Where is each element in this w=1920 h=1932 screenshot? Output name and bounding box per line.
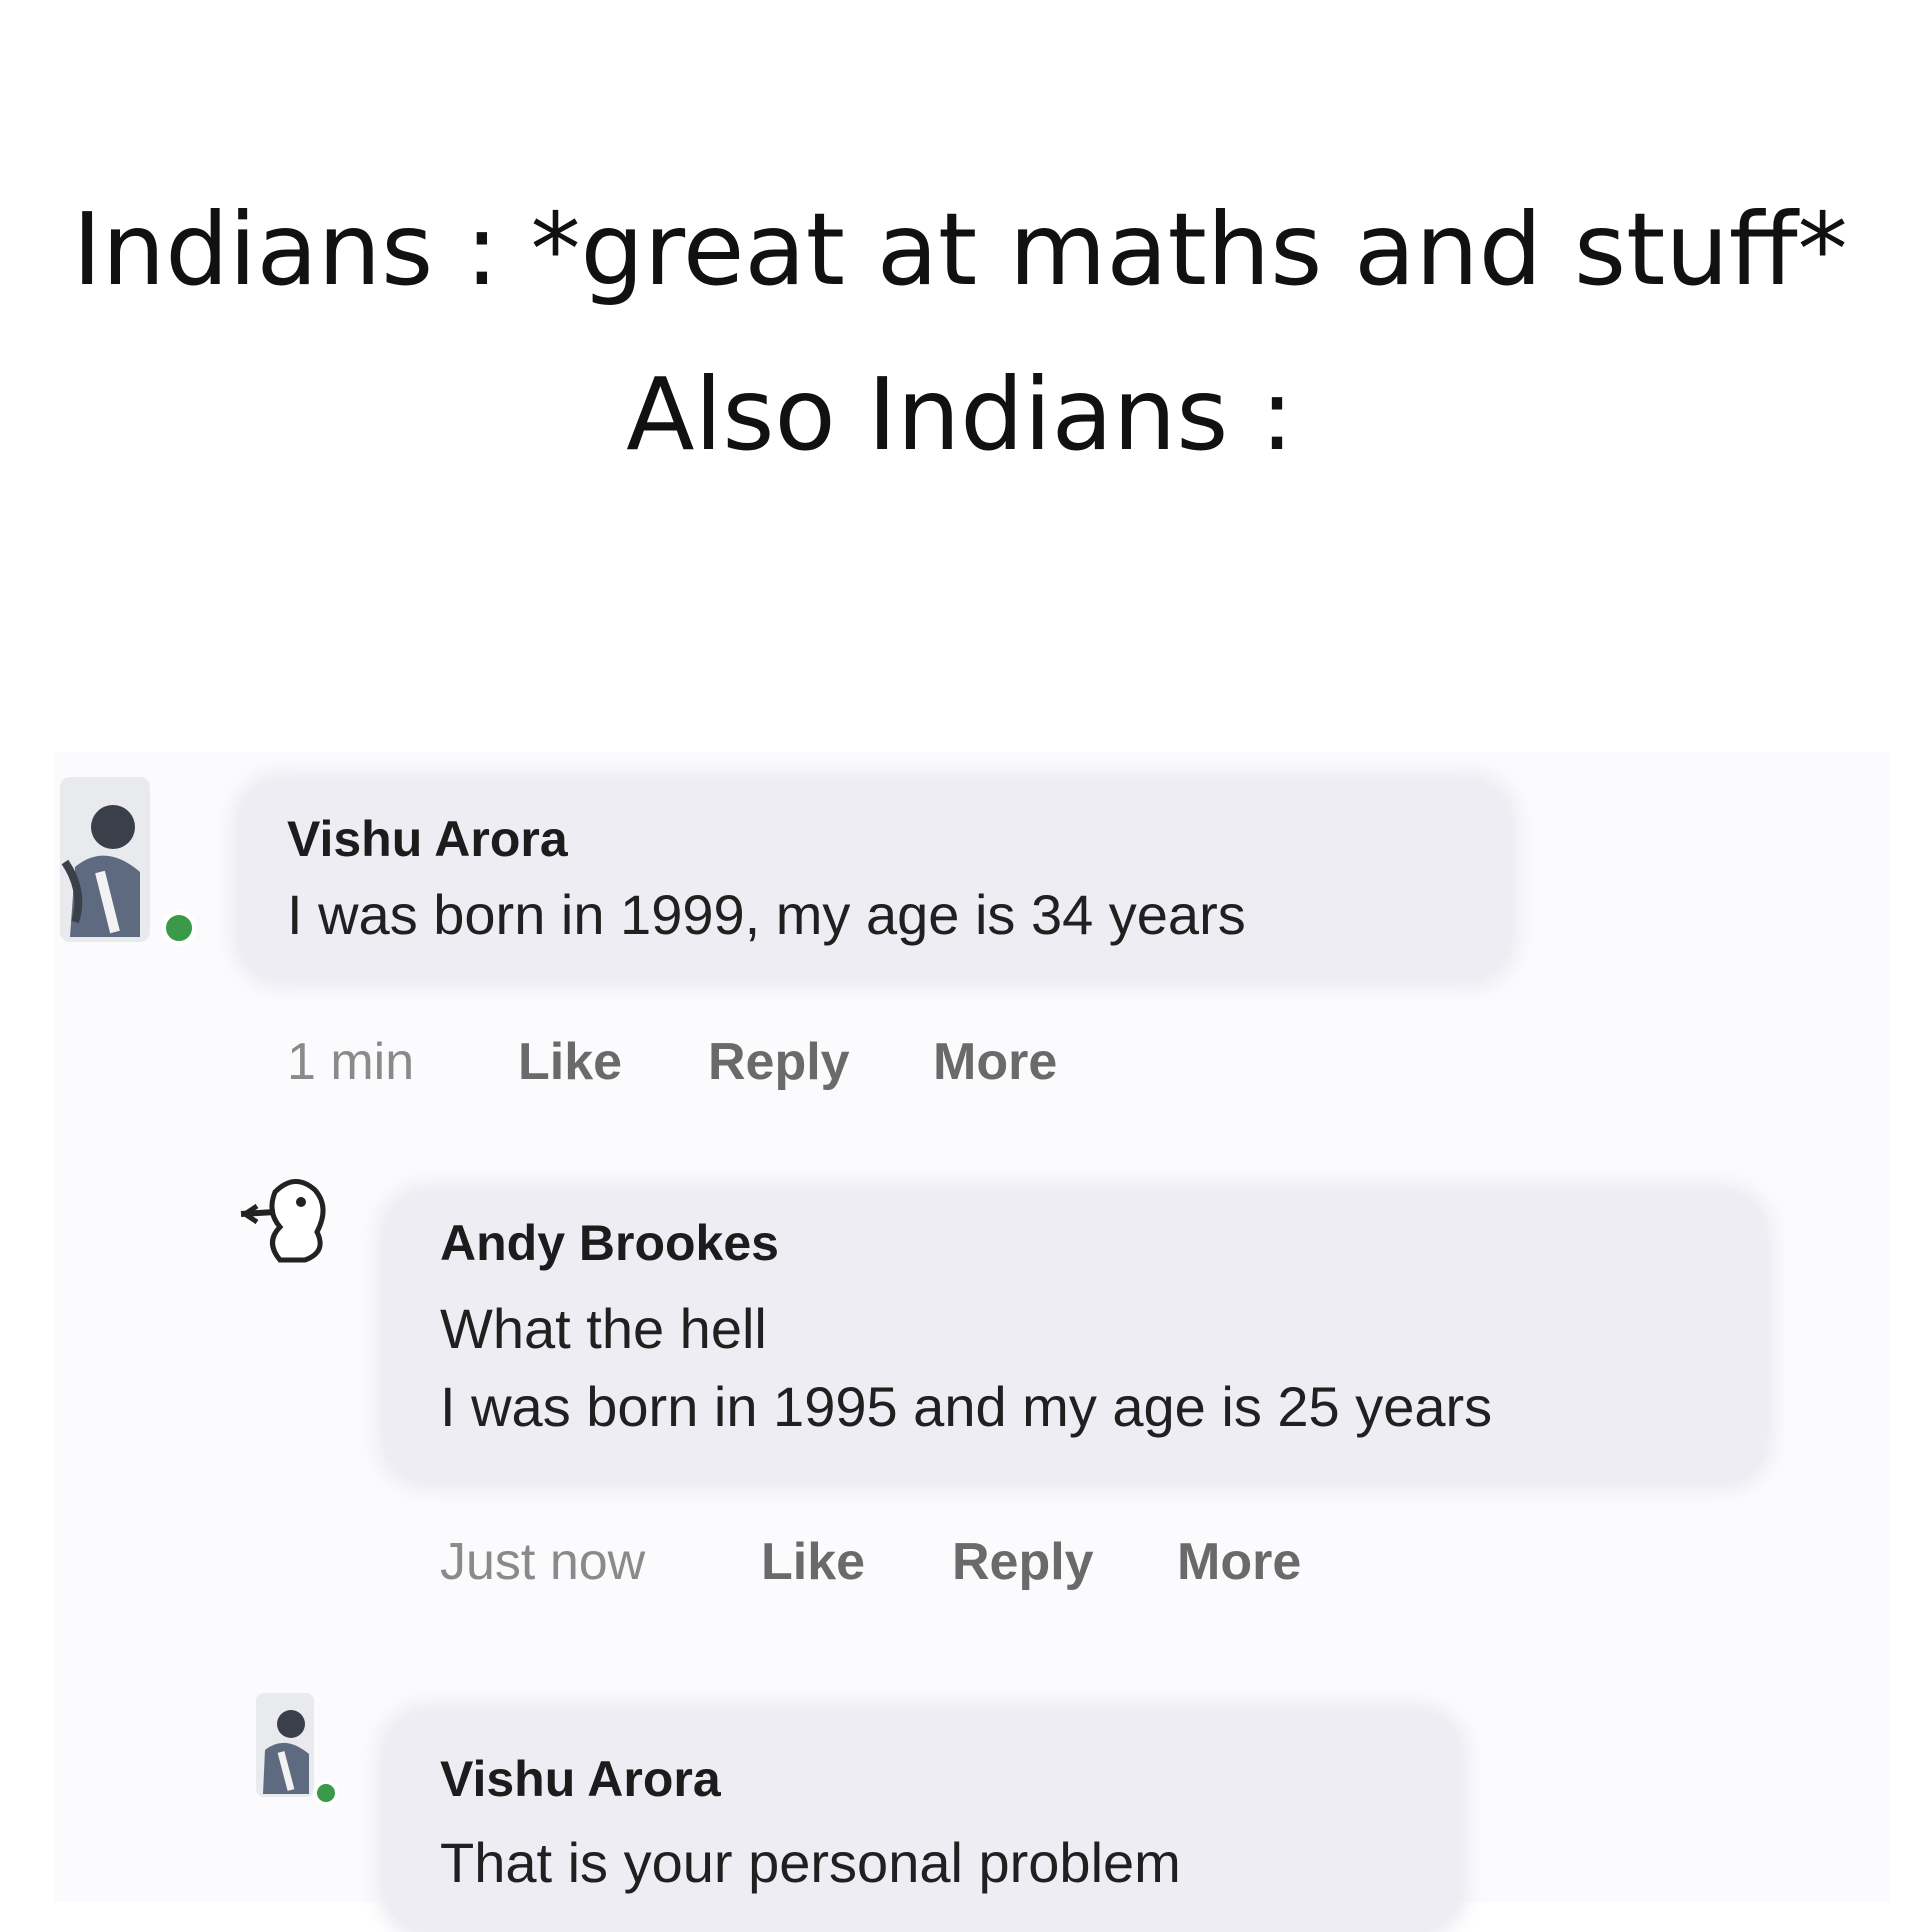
avatar-vishu-icon[interactable] bbox=[55, 772, 155, 952]
reply-button[interactable]: Reply bbox=[708, 1032, 850, 1092]
comment-vishu-2: Vishu Arora That is your personal proble… bbox=[55, 1662, 1890, 1932]
online-status-icon bbox=[313, 1780, 339, 1806]
avatar-andy-icon[interactable] bbox=[235, 1172, 345, 1272]
like-button[interactable]: Like bbox=[761, 1532, 865, 1592]
reply-button[interactable]: Reply bbox=[952, 1532, 1094, 1592]
meme-caption-line-1: Indians : *great at maths and stuff* bbox=[72, 191, 1848, 308]
comment-text: That is your personal problem bbox=[440, 1831, 1181, 1894]
comment-author[interactable]: Andy Brookes bbox=[440, 1214, 779, 1272]
more-button[interactable]: More bbox=[1177, 1532, 1301, 1592]
online-status-icon bbox=[161, 910, 197, 946]
comment-timestamp: Just now bbox=[440, 1533, 646, 1591]
more-button[interactable]: More bbox=[933, 1032, 1057, 1092]
comment-vishu-1: Vishu Arora I was born in 1999, my age i… bbox=[55, 752, 1890, 1152]
comment-text-line-1: What the hell bbox=[440, 1297, 767, 1360]
comment-thread: Vishu Arora I was born in 1999, my age i… bbox=[55, 752, 1890, 1932]
meme-caption-line-2: Also Indians : bbox=[626, 356, 1294, 473]
comment-timestamp: 1 min bbox=[287, 1033, 415, 1091]
comment-text: I was born in 1999, my age is 34 years bbox=[287, 883, 1246, 946]
like-button[interactable]: Like bbox=[518, 1032, 622, 1092]
comment-text-line-2: I was born in 1995 and my age is 25 year… bbox=[440, 1375, 1493, 1438]
comment-author[interactable]: Vishu Arora bbox=[287, 810, 568, 868]
comment-andy: Andy Brookes What the hell I was born in… bbox=[55, 1172, 1890, 1592]
avatar-vishu-icon[interactable] bbox=[253, 1690, 317, 1802]
comment-author[interactable]: Vishu Arora bbox=[440, 1750, 721, 1808]
